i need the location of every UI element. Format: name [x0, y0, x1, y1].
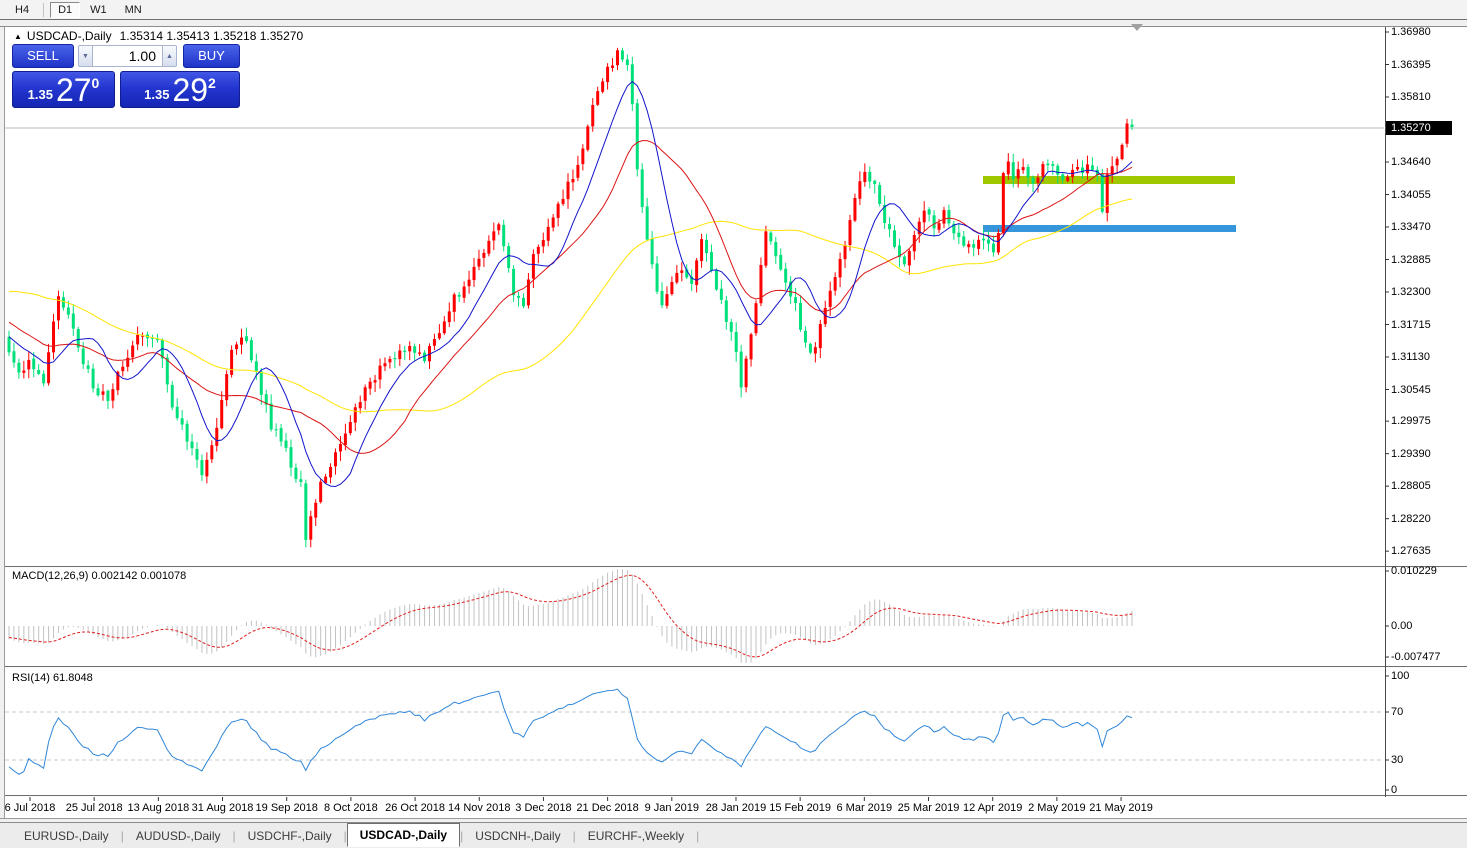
date-axis-label: 21 Dec 2018 — [576, 802, 638, 814]
candles-layer — [8, 48, 1134, 548]
date-axis-label: 9 Jan 2019 — [645, 802, 699, 814]
volume-decrease-button[interactable]: ▼ — [78, 45, 93, 67]
price-axis-label: 1.28805 — [1391, 480, 1431, 492]
metatrader-window: H4D1W1MN ▲USDCAD-,Daily1.35314 1.35413 1… — [0, 0, 1467, 848]
date-axis-label: 6 Mar 2019 — [837, 802, 893, 814]
resistance-hline[interactable] — [983, 176, 1235, 184]
one-click-trading-panel: SELL ▼ ▲ BUY 1.35270 1.35292 — [12, 44, 240, 108]
chart-shift-marker-icon[interactable] — [1131, 24, 1143, 31]
buy-price-display[interactable]: 1.35292 — [120, 71, 240, 108]
price-axis-label: 1.32300 — [1391, 286, 1431, 298]
price-axis-label: 1.29975 — [1391, 415, 1431, 427]
chart-tab-usdcad[interactable]: USDCAD-,Daily — [347, 823, 460, 847]
volume-increase-button[interactable]: ▲ — [162, 45, 177, 67]
chart-tab-bar: EURUSD-,Daily|AUDUSD-,Daily|USDCHF-,Dail… — [0, 822, 1467, 848]
price-axis-label: 1.27635 — [1391, 545, 1431, 557]
price-axis-label: 1.30545 — [1391, 384, 1431, 396]
macd-axis-label: -0.007477 — [1391, 651, 1441, 663]
ma-line-55 — [9, 199, 1132, 412]
chart-tab-usdchf[interactable]: USDCHF-,Daily — [236, 826, 344, 846]
date-axis-label: 25 Jul 2018 — [66, 802, 123, 814]
rsi-axis-label: 0 — [1391, 784, 1397, 796]
price-axis-label: 1.34640 — [1391, 156, 1431, 168]
rsi-indicator-label: RSI(14) 61.8048 — [12, 672, 93, 684]
chart-title: ▲ USDCAD-,Daily 1.35314 1.35413 1.35218 1.… — [14, 29, 303, 43]
price-axis-label: 1.34055 — [1391, 189, 1431, 201]
date-axis-label: 21 May 2019 — [1089, 802, 1153, 814]
chart-canvas[interactable] — [0, 0, 1467, 848]
macd-pane-layer — [9, 569, 1132, 663]
date-axis-label: 25 Mar 2019 — [898, 802, 960, 814]
rsi-line — [9, 689, 1132, 774]
sell-button[interactable]: SELL — [12, 44, 74, 68]
moving-averages-layer — [9, 82, 1132, 487]
sell-price-big: 27 — [56, 75, 92, 105]
macd-axis-label: 0.010229 — [1391, 565, 1437, 577]
chevron-down-icon: ▼ — [82, 53, 89, 60]
drawn-objects-layer[interactable] — [983, 176, 1236, 232]
date-axis-label: 12 Apr 2019 — [963, 802, 1022, 814]
chart-tab-usdcnh[interactable]: USDCNH-,Daily — [463, 826, 572, 846]
chart-symbol-period: USDCAD-,Daily — [27, 29, 112, 43]
chart-collapse-icon[interactable]: ▲ — [14, 32, 22, 41]
date-axis-label: 28 Jan 2019 — [706, 802, 767, 814]
date-axis-label: 8 Oct 2018 — [324, 802, 378, 814]
date-axis-label: 3 Dec 2018 — [515, 802, 571, 814]
date-axis-label: 31 Aug 2018 — [192, 802, 254, 814]
price-axis-label: 1.31130 — [1391, 351, 1430, 363]
buy-price-big: 29 — [172, 75, 208, 105]
price-axis-label: 1.36980 — [1391, 26, 1431, 38]
volume-input[interactable] — [93, 45, 162, 67]
rsi-axis-label: 100 — [1391, 670, 1409, 682]
ma-line-10 — [9, 82, 1132, 487]
date-axis-label: 6 Jul 2018 — [5, 802, 56, 814]
buy-price-main: 1.35 — [144, 87, 169, 102]
price-axis-label: 1.32885 — [1391, 254, 1431, 266]
rsi-axis-label: 70 — [1391, 706, 1403, 718]
macd-signal-line — [9, 575, 1132, 657]
price-axis-label: 1.29390 — [1391, 448, 1431, 460]
macd-axis-label: 0.00 — [1391, 620, 1412, 632]
chevron-up-icon: ▲ — [166, 53, 173, 60]
sell-price-pipette: 0 — [92, 75, 100, 91]
axis-ticks-layer — [30, 32, 1389, 801]
date-axis-label: 15 Feb 2019 — [769, 802, 831, 814]
buy-button[interactable]: BUY — [183, 44, 240, 68]
price-axis-label: 1.28220 — [1391, 513, 1431, 525]
date-axis-label: 19 Sep 2018 — [256, 802, 318, 814]
price-axis-label: 1.33470 — [1391, 221, 1431, 233]
chart-tab-eurchf[interactable]: EURCHF-,Weekly — [576, 826, 696, 846]
price-axis-label: 1.35810 — [1391, 91, 1431, 103]
price-axis-label: 1.36395 — [1391, 59, 1431, 71]
macd-indicator-label: MACD(12,26,9) 0.002142 0.001078 — [12, 570, 186, 582]
tab-separator: | — [696, 829, 699, 843]
rsi-axis-label: 30 — [1391, 754, 1403, 766]
chart-tab-audusd[interactable]: AUDUSD-,Daily — [124, 826, 233, 846]
sell-price-display[interactable]: 1.35270 — [12, 71, 115, 108]
date-axis-label: 26 Oct 2018 — [385, 802, 445, 814]
price-axis-label: 1.31715 — [1391, 319, 1431, 331]
date-axis-label: 14 Nov 2018 — [448, 802, 510, 814]
current-price-tag: 1.35270 — [1386, 121, 1452, 135]
support-hline[interactable] — [983, 225, 1236, 232]
chart-ohlc-values: 1.35314 1.35413 1.35218 1.35270 — [120, 29, 304, 43]
rsi-pane-layer — [5, 689, 1384, 774]
sell-price-main: 1.35 — [28, 87, 53, 102]
date-axis-label: 2 May 2019 — [1028, 802, 1085, 814]
chart-tab-eurusd[interactable]: EURUSD-,Daily — [12, 826, 121, 846]
buy-price-pipette: 2 — [208, 75, 216, 91]
date-axis-label: 13 Aug 2018 — [127, 802, 189, 814]
